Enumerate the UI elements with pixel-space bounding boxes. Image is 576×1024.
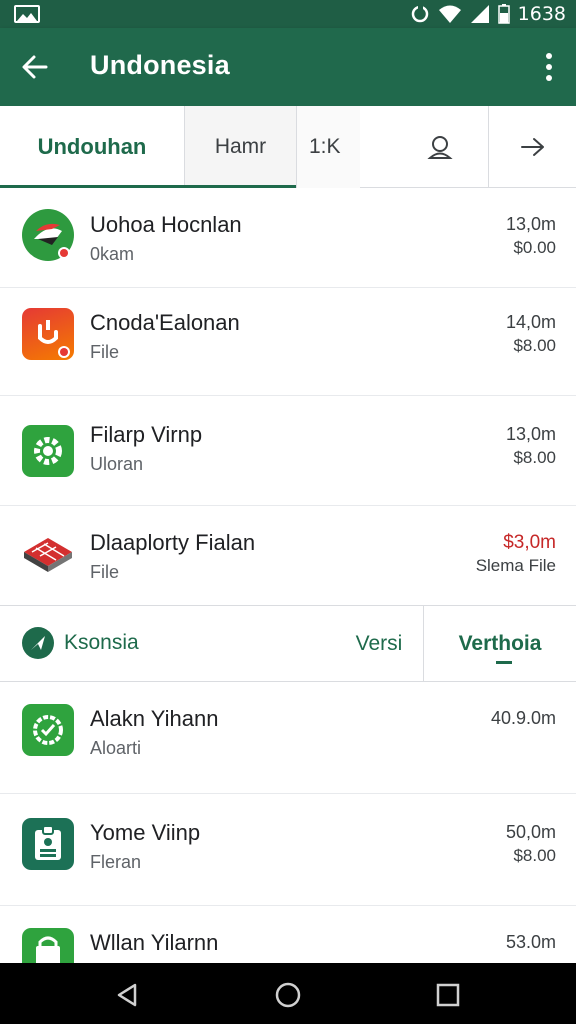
gear-app-icon <box>22 425 74 477</box>
list-item[interactable]: Alakn Yihann Aloarti 40.9.0m <box>0 682 576 794</box>
nav-recents-button[interactable] <box>428 975 468 1015</box>
app-size: $3,0m <box>503 532 556 553</box>
app-price: $8.00 <box>513 336 556 355</box>
wifi-icon <box>438 5 461 23</box>
back-button[interactable] <box>16 48 54 86</box>
app-subtitle: Fleran <box>90 852 142 872</box>
bag-app-icon <box>22 928 74 963</box>
list-item[interactable]: Dlaaplorty Fialan File $3,0m Slema File <box>0 506 576 605</box>
flame-app-icon <box>22 209 74 261</box>
versi-button[interactable]: Versi <box>336 606 422 682</box>
list-item[interactable]: Wllan Yilarnn 53.0m <box>0 906 576 963</box>
back-triangle-icon <box>117 983 137 1007</box>
status-bar: 1638 <box>0 0 576 28</box>
app-title: Alakn Yihann <box>90 706 219 731</box>
tab-1k[interactable]: 1:K <box>296 106 360 188</box>
section-title: Ksonsia <box>64 631 139 654</box>
app-title: Uohoa Hocnlan <box>90 212 242 237</box>
person-icon <box>427 136 453 159</box>
more-vert-icon <box>546 52 552 59</box>
recents-square-icon <box>436 983 460 1007</box>
battery-icon <box>497 4 510 24</box>
app-title: Wllan Yilarnn <box>90 930 219 955</box>
app-title: Yome Viinp <box>90 820 201 845</box>
app-title: Filarp Virnp <box>90 422 203 447</box>
app-subtitle: File <box>90 342 120 362</box>
app-title: Dlaaplorty Fialan <box>90 530 256 555</box>
status-icons: 1638 <box>410 3 566 25</box>
tab-next[interactable] <box>488 106 576 188</box>
tab-hamr[interactable]: Hamr <box>184 106 296 188</box>
app-price: $8.00 <box>513 448 556 467</box>
app-title: Cnoda'Ealonan <box>90 310 240 335</box>
arrow-left-icon <box>22 55 48 79</box>
list-item[interactable]: Yome Viinp Fleran 50,0m $8.00 <box>0 794 576 906</box>
app-size: 40.9.0m <box>490 708 556 728</box>
nav-home-button[interactable] <box>268 975 308 1015</box>
app-subtitle: File <box>90 562 120 582</box>
list-item[interactable]: Filarp Virnp Uloran 13,0m $8.00 <box>0 396 576 506</box>
app-bar: Undonesia <box>0 28 576 106</box>
shield-app-icon <box>22 704 74 756</box>
app-size: 50,0m <box>505 822 556 842</box>
app-subtitle: Uloran <box>90 454 144 474</box>
app-size: 53.0m <box>505 932 556 952</box>
home-circle-icon <box>275 982 301 1008</box>
page-title: Undonesia <box>90 50 230 80</box>
list-item[interactable]: Uohoa Hocnlan 0kam 13,0m $0.00 <box>0 188 576 288</box>
section-header: Ksonsia Versi Verthoia <box>0 605 576 682</box>
app-size: 13,0m <box>505 214 556 234</box>
more-options-button[interactable] <box>540 50 558 84</box>
nav-back-button[interactable] <box>108 975 148 1015</box>
app-subtitle: 0kam <box>90 244 135 264</box>
red-orange-app-icon <box>22 308 74 360</box>
app-size: 13,0m <box>505 424 556 444</box>
navigation-bar <box>0 963 576 1024</box>
section-indicator <box>496 661 512 664</box>
verthoia-label: Verthoia <box>458 632 542 655</box>
signal-icon <box>470 5 489 23</box>
tab-bar: Undouhan Hamr 1:K <box>0 106 576 188</box>
sync-icon <box>411 5 428 23</box>
status-time: 1638 <box>517 3 566 25</box>
app-price: $0.00 <box>513 238 556 257</box>
tab-undouhan[interactable]: Undouhan <box>0 106 184 188</box>
cube-app-icon <box>22 528 74 580</box>
badge-app-icon <box>22 818 74 870</box>
app-status: Slema File <box>475 556 556 575</box>
list-item[interactable]: Cnoda'Ealonan File 14,0m $8.00 <box>0 288 576 396</box>
arrow-right-icon <box>520 138 544 156</box>
image-icon <box>14 5 40 23</box>
app-subtitle: Aloarti <box>90 738 142 758</box>
send-icon <box>22 627 54 659</box>
app-price: $8.00 <box>513 846 556 865</box>
verthoia-button[interactable]: Verthoia <box>423 606 576 682</box>
tab-profile[interactable] <box>400 106 480 188</box>
app-size: 14,0m <box>505 312 556 332</box>
